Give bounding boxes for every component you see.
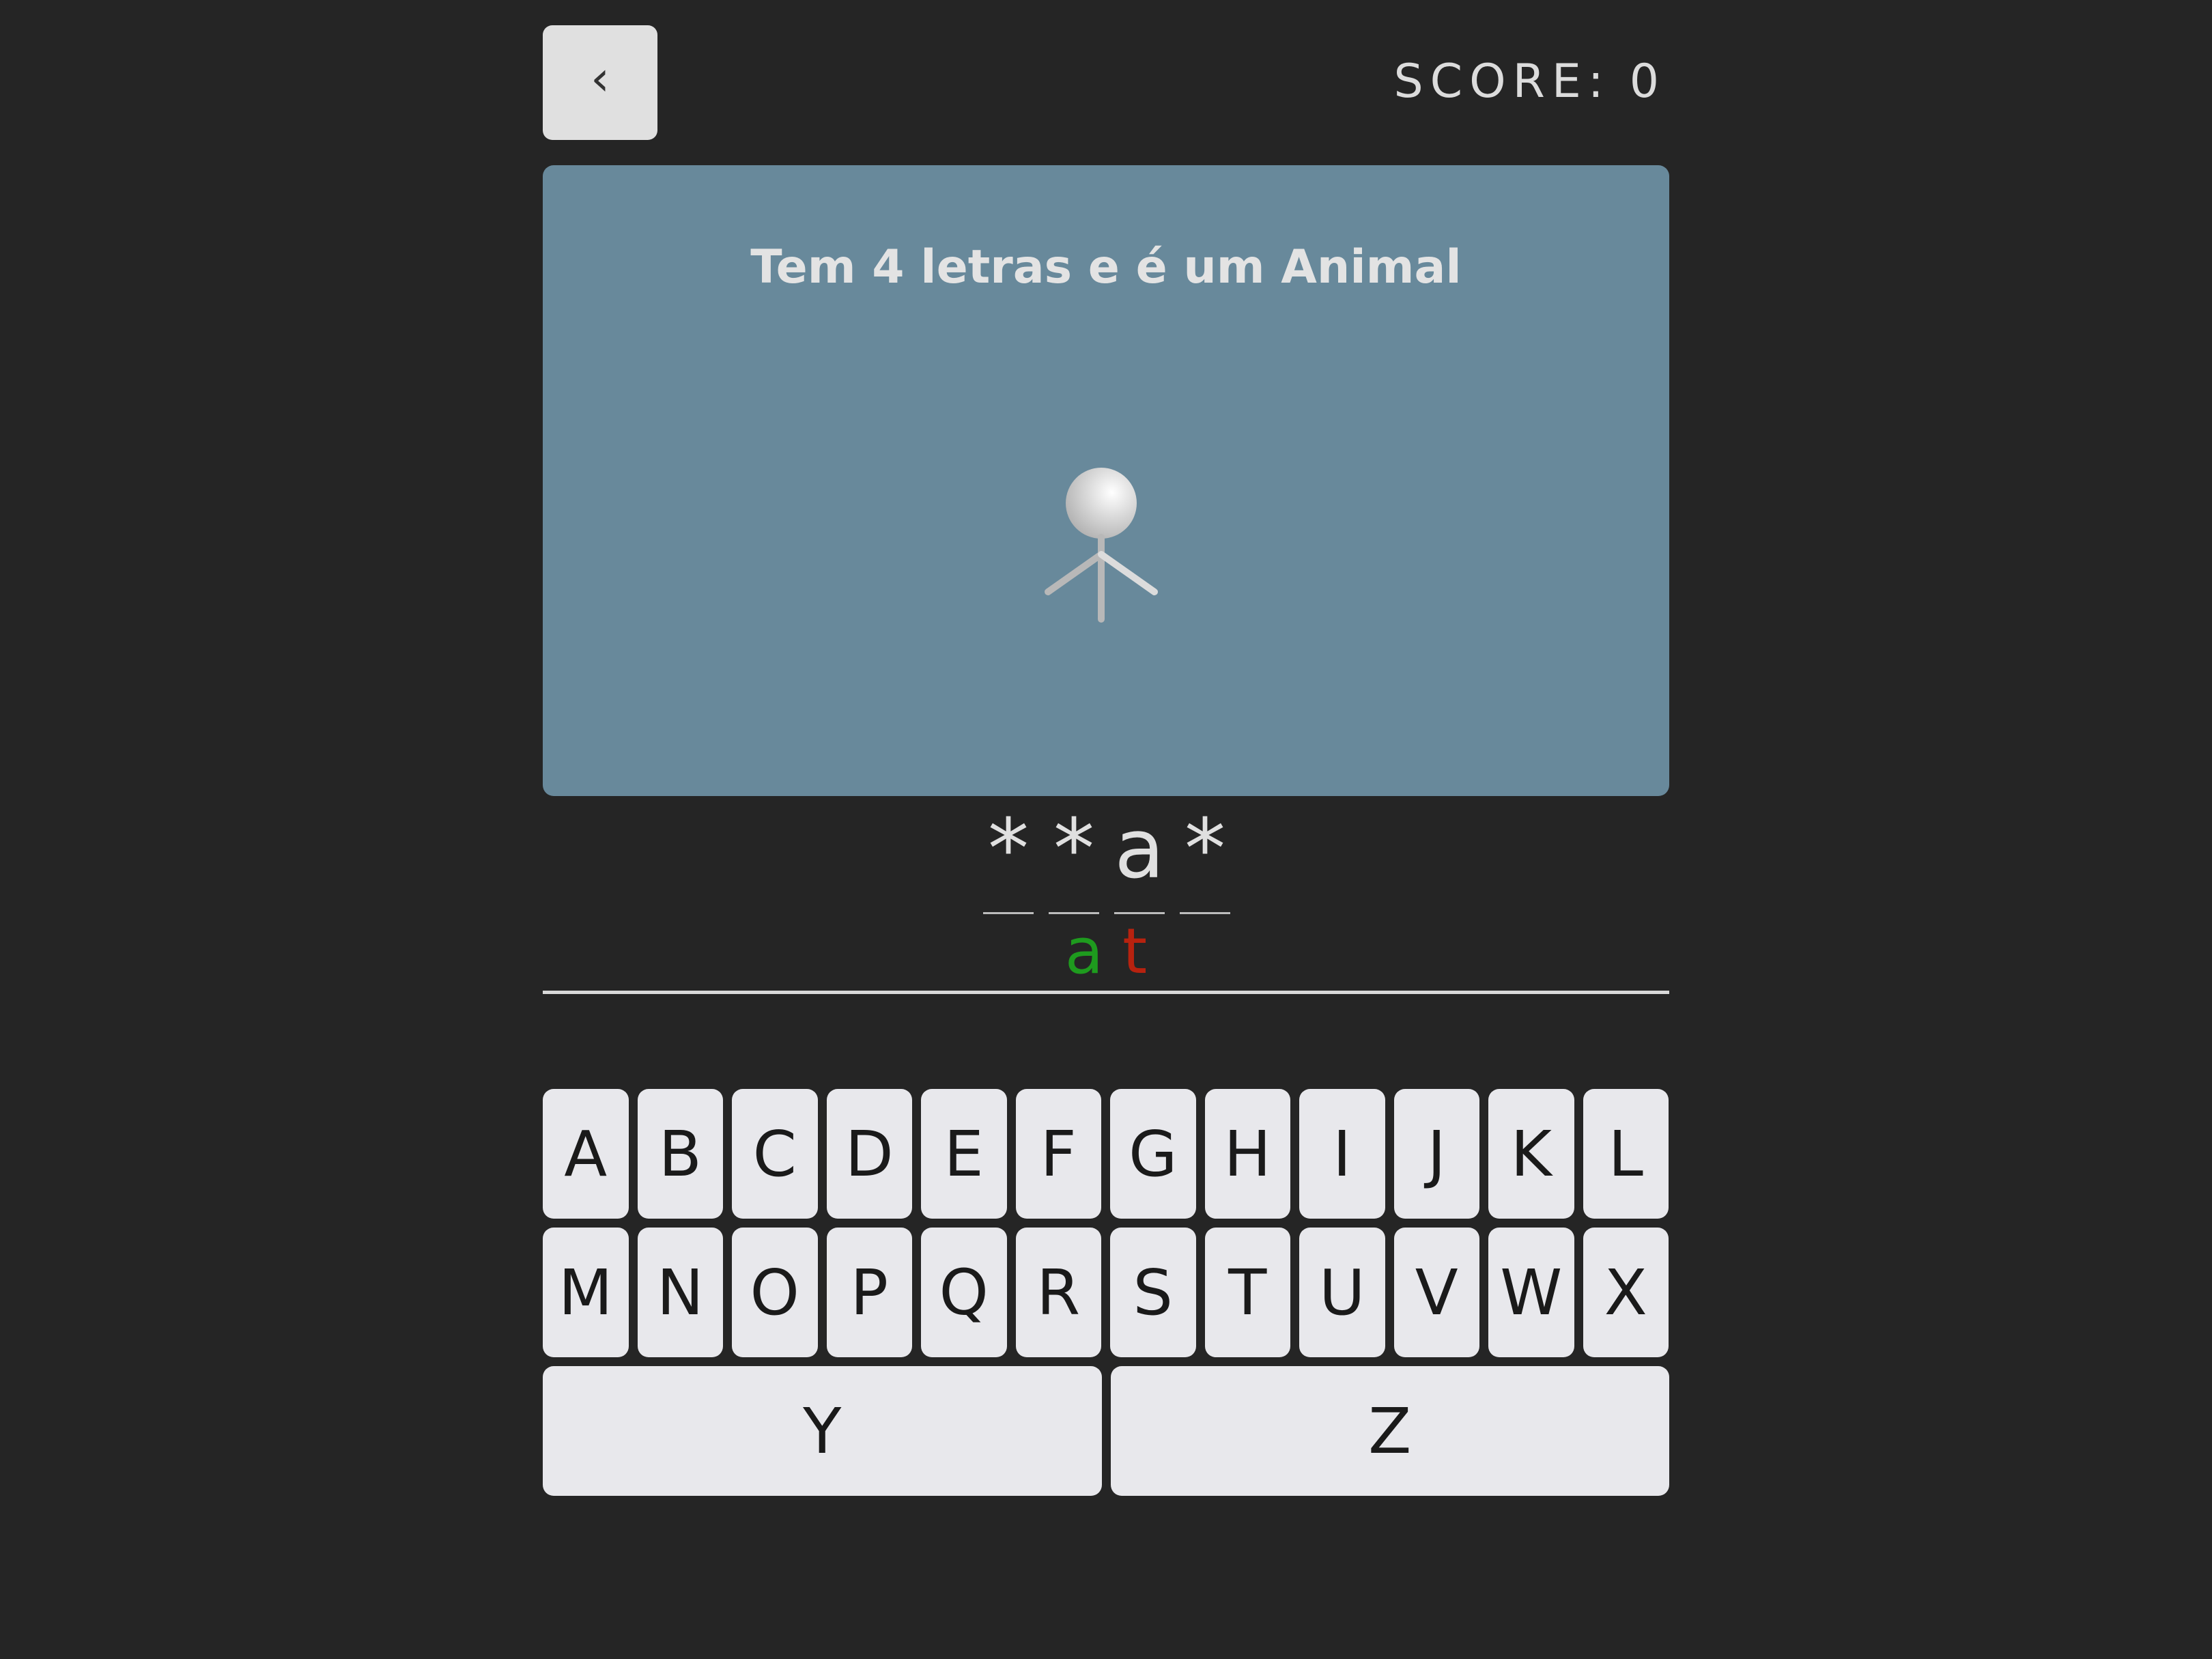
- key-i[interactable]: I: [1299, 1089, 1385, 1219]
- key-h[interactable]: H: [1204, 1089, 1290, 1219]
- score-display: SCORE: 0: [1393, 55, 1666, 109]
- game-card: Tem 4 letras e é um Animal: [543, 165, 1669, 796]
- hangman-right-arm: [1098, 551, 1158, 595]
- key-y[interactable]: Y: [543, 1366, 1102, 1496]
- letter-slot: *: [983, 799, 1034, 914]
- letter-underline: [1049, 912, 1099, 914]
- keyboard-row: A B C D E F G H I J K L: [543, 1089, 1669, 1219]
- letter-slot: *: [1180, 799, 1230, 914]
- word-display: * * a *: [983, 799, 1230, 914]
- letter-char: *: [1053, 802, 1094, 897]
- hangman-head: [1066, 468, 1137, 539]
- letter-underline: [1114, 912, 1165, 914]
- key-z[interactable]: Z: [1110, 1366, 1669, 1496]
- key-c[interactable]: C: [732, 1089, 818, 1219]
- letter-underline: [1180, 912, 1230, 914]
- letter-char: a: [1114, 802, 1165, 897]
- key-x[interactable]: X: [1583, 1228, 1669, 1357]
- letter-keyboard: A B C D E F G H I J K L M N O P Q R S T …: [543, 1089, 1669, 1505]
- key-f[interactable]: F: [1015, 1089, 1101, 1219]
- hangman-left-arm: [1045, 551, 1105, 595]
- guessed-letters: a t: [0, 915, 2212, 988]
- hangman-drawing: [945, 376, 1258, 757]
- letter-char: *: [1185, 802, 1225, 897]
- key-a[interactable]: A: [543, 1089, 629, 1219]
- chevron-left-icon: ‹: [591, 51, 610, 107]
- key-s[interactable]: S: [1110, 1228, 1196, 1357]
- key-t[interactable]: T: [1204, 1228, 1290, 1357]
- key-g[interactable]: G: [1110, 1089, 1196, 1219]
- key-b[interactable]: B: [637, 1089, 723, 1219]
- key-w[interactable]: W: [1488, 1228, 1574, 1357]
- score-value: 0: [1629, 55, 1666, 109]
- key-q[interactable]: Q: [921, 1228, 1007, 1357]
- wrong-guess: t: [1122, 915, 1148, 988]
- key-p[interactable]: P: [826, 1228, 912, 1357]
- letter-slot: a: [1114, 799, 1165, 914]
- key-n[interactable]: N: [637, 1228, 723, 1357]
- key-r[interactable]: R: [1015, 1228, 1101, 1357]
- letter-slot: *: [1049, 799, 1099, 914]
- key-u[interactable]: U: [1299, 1228, 1385, 1357]
- letter-char: *: [988, 802, 1029, 897]
- key-l[interactable]: L: [1583, 1089, 1669, 1219]
- key-v[interactable]: V: [1393, 1228, 1479, 1357]
- letter-underline: [983, 912, 1034, 914]
- score-label: SCORE:: [1393, 55, 1611, 109]
- key-e[interactable]: E: [921, 1089, 1007, 1219]
- keyboard-row: M N O P Q R S T U V W X: [543, 1228, 1669, 1357]
- correct-guess: a: [1064, 915, 1104, 988]
- key-o[interactable]: O: [732, 1228, 818, 1357]
- key-j[interactable]: J: [1393, 1089, 1479, 1219]
- keyboard-row: Y Z: [543, 1366, 1669, 1496]
- back-button[interactable]: ‹: [543, 25, 657, 140]
- key-d[interactable]: D: [826, 1089, 912, 1219]
- key-k[interactable]: K: [1488, 1089, 1574, 1219]
- key-m[interactable]: M: [543, 1228, 629, 1357]
- divider: [543, 991, 1669, 994]
